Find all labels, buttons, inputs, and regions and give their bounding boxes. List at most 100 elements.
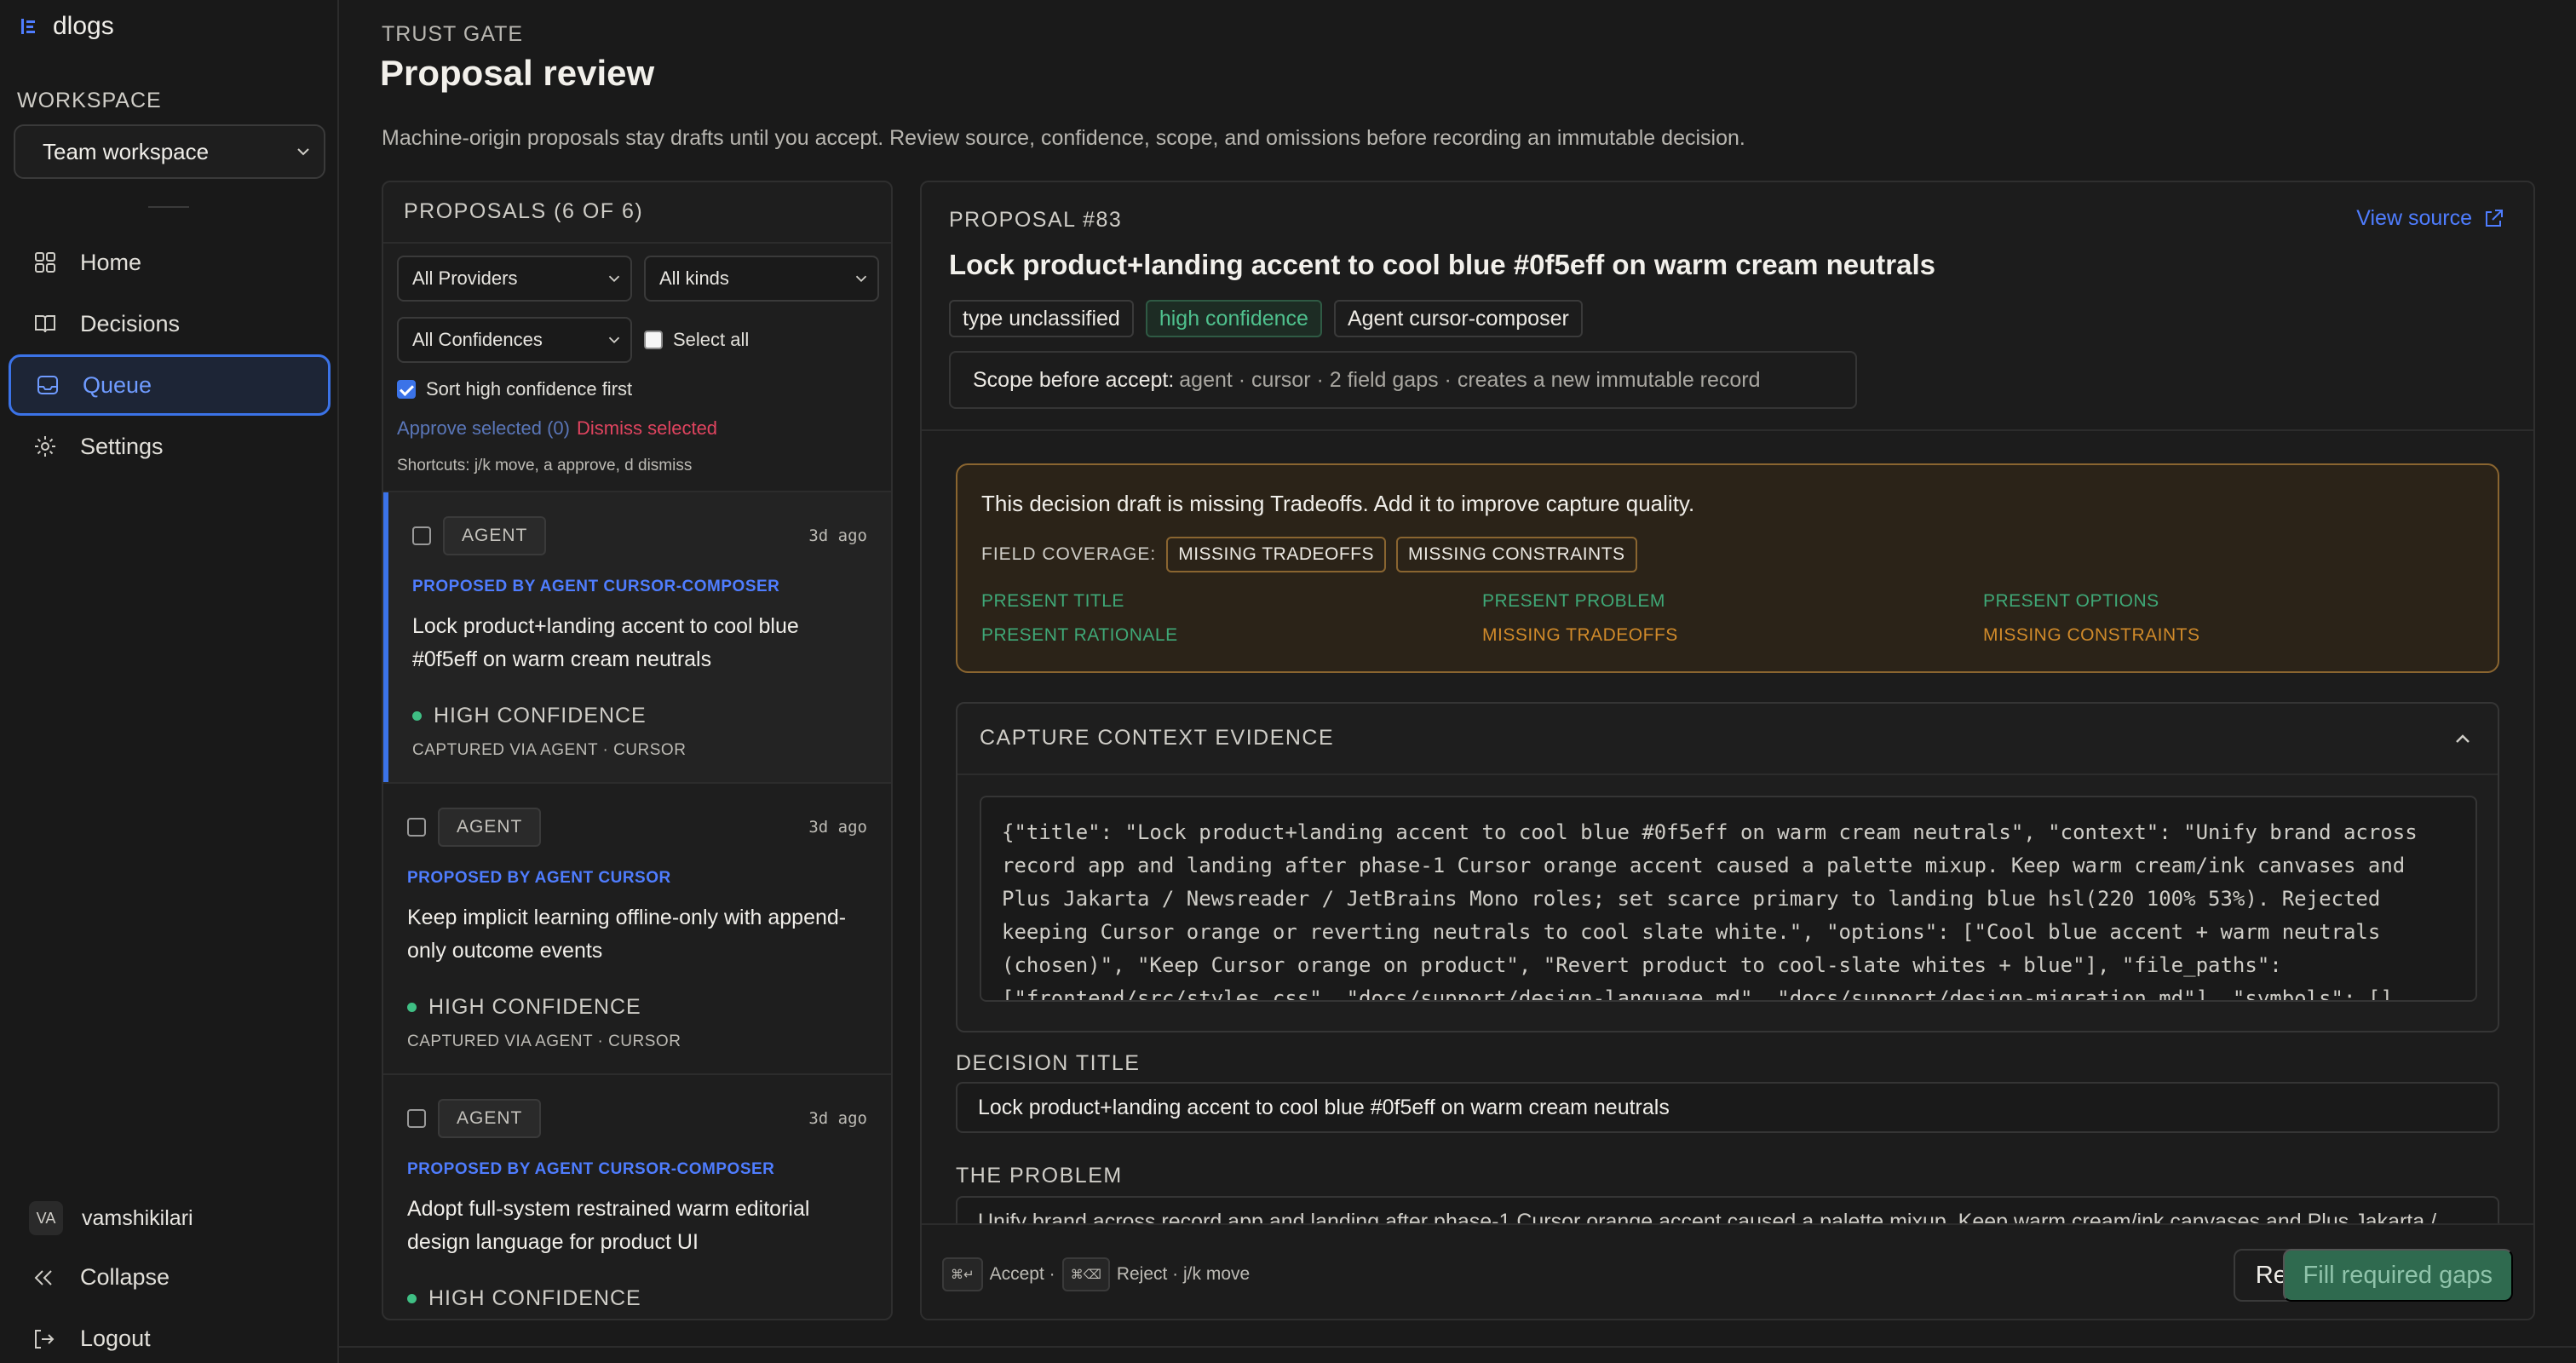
page-description: Machine-origin proposals stay drafts unt…	[382, 126, 1745, 150]
sidebar-item-label: Queue	[83, 371, 152, 398]
proposal-checkbox[interactable]	[407, 818, 426, 837]
proposed-by: PROPOSED BY AGENT CURSOR-COMPOSER	[412, 578, 780, 595]
proposal-card[interactable]: AGENT 3d ago PROPOSED BY AGENT CURSOR Ke…	[383, 784, 891, 1073]
sort-toggle[interactable]: Sort high confidence first	[397, 378, 632, 400]
proposal-number: PROPOSAL #83	[949, 208, 1123, 232]
agent-badge: AGENT	[443, 516, 547, 555]
field-coverage: FIELD COVERAGE: MISSING TRADEOFFS MISSIN…	[981, 537, 1637, 572]
keyboard-hints: ⌘↵ Accept · ⌘⌫ Reject · j/k move	[942, 1257, 1250, 1291]
gear-icon	[35, 436, 55, 457]
review-footer: ⌘↵ Accept · ⌘⌫ Reject · j/k move Reject …	[922, 1223, 2533, 1319]
status-bar	[339, 1346, 2576, 1363]
approve-selected-button[interactable]: Approve selected (0)	[397, 417, 570, 440]
chevron-up-icon[interactable]	[2450, 726, 2475, 751]
external-link-icon	[2486, 209, 2503, 227]
agent-badge: AGENT	[438, 1099, 542, 1138]
divider	[957, 774, 2498, 775]
select-all-checkbox[interactable]	[644, 331, 663, 349]
user-name: vamshikilari	[82, 1205, 193, 1230]
view-source-link[interactable]: View source	[2356, 206, 2504, 231]
warning-message: This decision draft is missing Tradeoffs…	[981, 491, 1695, 516]
logout-icon	[35, 1329, 55, 1349]
proposed-by: PROPOSED BY AGENT CURSOR-COMPOSER	[407, 1160, 775, 1178]
sidebar-item-label: Decisions	[80, 310, 181, 336]
capture-context-evidence: CAPTURE CONTEXT EVIDENCE {"title": "Lock…	[956, 702, 2499, 1032]
evidence-json[interactable]: {"title": "Lock product+landing accent t…	[980, 796, 2477, 1002]
collapse-button[interactable]: Collapse	[31, 1264, 170, 1291]
user-profile[interactable]: VA vamshikilari	[29, 1201, 193, 1235]
confidence-indicator: HIGH CONFIDENCE	[407, 1286, 641, 1311]
provider-filter-value: All Providers	[412, 267, 518, 289]
proposal-title: Lock product+landing accent to cool blue…	[412, 614, 799, 671]
proposed-by: PROPOSED BY AGENT CURSOR	[407, 869, 671, 887]
reject-hint: Reject · j/k move	[1116, 1264, 1251, 1284]
captured-via: CAPTURED VIA AGENT · CURSOR	[412, 741, 687, 759]
app-name: dlogs	[53, 12, 114, 40]
confidence-label: HIGH CONFIDENCE	[428, 995, 641, 1019]
book-icon	[35, 315, 55, 333]
chevron-down-icon	[855, 275, 867, 283]
accept-hint: Accept ·	[989, 1264, 1055, 1284]
proposal-title: Adopt full-system restrained warm editor…	[407, 1197, 810, 1254]
proposal-title: Keep implicit learning offline-only with…	[407, 906, 847, 963]
field-status: MISSING CONSTRAINTS	[1983, 625, 2200, 645]
sort-label: Sort high confidence first	[426, 378, 633, 400]
decision-title-input[interactable]: Lock product+landing accent to cool blue…	[956, 1082, 2499, 1133]
confidence-filter[interactable]: All Confidences	[397, 317, 632, 363]
sidebar-item-queue[interactable]: Queue	[9, 354, 331, 416]
sidebar-item-decisions[interactable]: Decisions	[9, 293, 331, 354]
captured-via: CAPTURED VIA AGENT · CURSOR	[407, 1032, 681, 1050]
chevron-down-icon	[608, 336, 620, 344]
sort-checkbox[interactable]	[397, 380, 416, 399]
confidence-dot-icon	[407, 1294, 417, 1303]
proposal-checkbox[interactable]	[407, 1109, 426, 1128]
sidebar-item-label: Home	[80, 249, 142, 275]
proposal-time: 3d ago	[808, 1109, 867, 1128]
decision-title-label: DECISION TITLE	[956, 1051, 1141, 1075]
proposal-checkbox[interactable]	[412, 526, 431, 545]
coverage-label: FIELD COVERAGE:	[981, 544, 1157, 564]
proposal-title: Lock product+landing accent to cool blue…	[949, 249, 1936, 280]
missing-chip: MISSING CONSTRAINTS	[1396, 537, 1637, 572]
agent-badge: AGENT	[438, 808, 542, 847]
kind-filter[interactable]: All kinds	[644, 256, 879, 302]
select-all[interactable]: Select all	[644, 329, 749, 351]
sidebar-item-label: Settings	[80, 433, 164, 459]
page-eyebrow: TRUST GATE	[382, 22, 524, 46]
proposal-time: 3d ago	[808, 818, 867, 837]
provider-filter[interactable]: All Providers	[397, 256, 632, 302]
dlogs-logo-icon	[19, 17, 37, 36]
accept-key: ⌘↵	[942, 1257, 983, 1291]
collapse-label: Collapse	[80, 1264, 170, 1290]
proposal-detail-panel: PROPOSAL #83 View source Lock product+la…	[920, 181, 2535, 1320]
type-chip: type unclassified	[949, 300, 1134, 337]
logout-button[interactable]: Logout	[31, 1326, 151, 1352]
proposal-card[interactable]: AGENT 3d ago PROPOSED BY AGENT CURSOR-CO…	[383, 492, 891, 782]
double-chevron-left-icon	[34, 1269, 52, 1285]
confidence-indicator: HIGH CONFIDENCE	[412, 704, 647, 728]
proposals-panel: PROPOSALS (6 OF 6) All Providers All kin…	[382, 181, 893, 1320]
confidence-dot-icon	[412, 711, 422, 721]
proposal-chips: type unclassified high confidence Agent …	[949, 300, 1583, 337]
sidebar-item-home[interactable]: Home	[9, 232, 331, 293]
field-status: PRESENT PROBLEM	[1482, 591, 1665, 611]
bulk-actions: Approve selected (0) Dismiss selected	[397, 417, 717, 440]
fill-required-gaps-button[interactable]: Fill required gaps	[2282, 1249, 2513, 1302]
sidebar-item-settings[interactable]: Settings	[9, 416, 331, 477]
workspace-select-value: Team workspace	[43, 138, 210, 164]
proposal-card[interactable]: AGENT 3d ago PROPOSED BY AGENT CURSOR-CO…	[383, 1075, 891, 1319]
missing-chip: MISSING TRADEOFFS	[1166, 537, 1387, 572]
dismiss-selected-button[interactable]: Dismiss selected	[577, 417, 717, 440]
confidence-indicator: HIGH CONFIDENCE	[407, 995, 641, 1020]
field-status: PRESENT TITLE	[981, 591, 1124, 611]
sidebar-divider	[148, 206, 189, 208]
chevron-down-icon	[297, 148, 309, 156]
proposal-time: 3d ago	[808, 526, 867, 545]
confidence-chip: high confidence	[1145, 300, 1322, 337]
logout-label: Logout	[80, 1326, 151, 1351]
divider	[922, 429, 2533, 431]
workspace-select[interactable]: Team workspace	[14, 124, 325, 179]
brand[interactable]: dlogs	[19, 12, 114, 41]
proposals-heading: PROPOSALS (6 OF 6)	[404, 199, 644, 223]
reject-key: ⌘⌫	[1061, 1257, 1110, 1291]
